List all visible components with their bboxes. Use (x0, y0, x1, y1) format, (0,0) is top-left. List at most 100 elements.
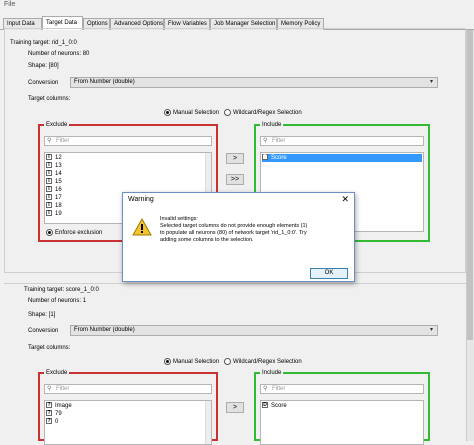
neurons-label: Number of neurons: 80 (28, 51, 90, 57)
file-menu[interactable]: File (4, 0, 15, 9)
include-list[interactable]: D Score (260, 400, 424, 445)
list-item[interactable]: I 14 (46, 170, 62, 178)
column-name: 14 (55, 171, 62, 177)
column-name: 79 (55, 411, 62, 417)
exclude-title: Exclude (44, 122, 70, 129)
search-icon: ⚲ (47, 386, 52, 392)
column-name: 13 (55, 163, 62, 169)
manual-selection-radio[interactable] (164, 358, 171, 365)
unknown-type-icon: ? (46, 410, 52, 417)
message-line: Selected target columns do not provide e… (160, 223, 308, 229)
dialog-title: Warning (128, 196, 154, 203)
dialog-message: Invalid settings: Selected target column… (160, 216, 350, 244)
list-item[interactable]: D Score (262, 402, 287, 410)
filter-placeholder: Filter (272, 138, 286, 144)
close-icon[interactable]: ✕ (341, 194, 349, 205)
dialog-titlebar: Warning ✕ (123, 193, 354, 207)
add-all-columns-button[interactable]: >> (226, 174, 244, 185)
list-item[interactable]: D Score (262, 154, 422, 162)
column-name: 16 (55, 187, 62, 193)
section-title: Training target: score_1_0:0 (24, 287, 99, 293)
target-columns-label: Target columns: (28, 96, 71, 102)
exclude-panel: Exclude ⚲ Filter ? Image ? 79 ? 0 (38, 370, 218, 445)
main-scrollbar-thumb[interactable] (467, 30, 473, 340)
manual-selection-radio[interactable] (164, 109, 171, 116)
section-divider (4, 283, 466, 284)
enforce-exclusion-label: Enforce exclusion (55, 230, 103, 236)
list-item[interactable]: ? 0 (46, 418, 58, 426)
column-name: Score (271, 155, 287, 161)
warning-dialog: Warning ✕ Invalid settings: Selected tar… (122, 192, 355, 282)
integer-type-icon: I (46, 178, 52, 185)
chevron-down-icon: ▾ (429, 79, 433, 85)
integer-type-icon: I (46, 154, 52, 161)
search-icon: ⚲ (263, 138, 268, 144)
double-type-icon: D (262, 402, 268, 409)
exclude-filter-input[interactable]: ⚲ Filter (44, 136, 212, 146)
conversion-select[interactable]: From Number (double) ▾ (70, 325, 438, 336)
list-item[interactable]: I 13 (46, 162, 62, 170)
column-name: 19 (55, 211, 62, 217)
target-columns-label: Target columns: (28, 345, 71, 351)
list-item[interactable]: I 12 (46, 154, 62, 162)
include-filter-input[interactable]: ⚲ Filter (260, 136, 424, 146)
unknown-type-icon: ? (46, 418, 52, 425)
ok-button[interactable]: OK (310, 268, 348, 279)
warning-icon (132, 218, 152, 236)
list-item[interactable]: I 16 (46, 186, 62, 194)
message-line: to populate all neurons (80) of network … (160, 230, 307, 236)
integer-type-icon: I (46, 194, 52, 201)
integer-type-icon: I (46, 210, 52, 217)
add-column-button[interactable]: > (226, 402, 244, 413)
wildcard-selection-label: Wildcard/Regex Selection (233, 359, 302, 365)
search-icon: ⚲ (47, 138, 52, 144)
message-line: adding some columns to the selection. (160, 237, 254, 243)
include-title: Include (260, 370, 284, 377)
message-line: Invalid settings: (160, 216, 198, 222)
main-scrollbar[interactable] (466, 30, 474, 441)
neurons-label: Number of neurons: 1 (28, 298, 87, 304)
conversion-label: Conversion (28, 328, 59, 334)
conversion-value: From Number (double) (74, 327, 135, 333)
conversion-value: From Number (double) (74, 79, 135, 85)
exclude-title: Exclude (44, 370, 70, 377)
search-icon: ⚲ (263, 386, 268, 392)
conversion-select[interactable]: From Number (double) ▾ (70, 77, 438, 88)
wildcard-selection-radio[interactable] (224, 358, 231, 365)
manual-selection-label: Manual Selection (173, 359, 220, 365)
manual-selection-label: Manual Selection (173, 110, 220, 116)
list-item[interactable]: I 19 (46, 210, 62, 218)
filter-placeholder: Filter (272, 386, 286, 392)
include-filter-input[interactable]: ⚲ Filter (260, 384, 424, 394)
shape-label: Shape: [80] (28, 63, 59, 69)
enforce-exclusion-radio[interactable] (46, 229, 53, 236)
column-name: 0 (55, 419, 59, 425)
wildcard-selection-radio[interactable] (224, 109, 231, 116)
exclude-filter-input[interactable]: ⚲ Filter (44, 384, 212, 394)
integer-type-icon: I (46, 202, 52, 209)
include-title: Include (260, 122, 284, 129)
column-name: Score (271, 403, 287, 409)
chevron-down-icon: ▾ (429, 327, 433, 333)
exclude-list-scrollbar[interactable] (205, 401, 211, 444)
column-name: Image (55, 403, 72, 409)
column-name: 12 (55, 155, 62, 161)
shape-label: Shape: [1] (28, 312, 56, 318)
list-item[interactable]: I 17 (46, 194, 62, 202)
integer-type-icon: I (46, 186, 52, 193)
list-item[interactable]: I 15 (46, 178, 62, 186)
column-name: 17 (55, 195, 62, 201)
menu-bar: File (0, 0, 474, 10)
list-item[interactable]: I 18 (46, 202, 62, 210)
add-column-button[interactable]: > (226, 153, 244, 164)
list-item[interactable]: ? 79 (46, 410, 62, 418)
unknown-type-icon: ? (46, 402, 52, 409)
column-name: 18 (55, 203, 62, 209)
list-item[interactable]: ? Image (46, 402, 72, 410)
filter-placeholder: Filter (56, 386, 70, 392)
filter-placeholder: Filter (56, 138, 70, 144)
integer-type-icon: I (46, 162, 52, 169)
wildcard-selection-label: Wildcard/Regex Selection (233, 110, 302, 116)
conversion-label: Conversion (28, 80, 59, 86)
exclude-list[interactable]: ? Image ? 79 ? 0 (44, 400, 212, 445)
